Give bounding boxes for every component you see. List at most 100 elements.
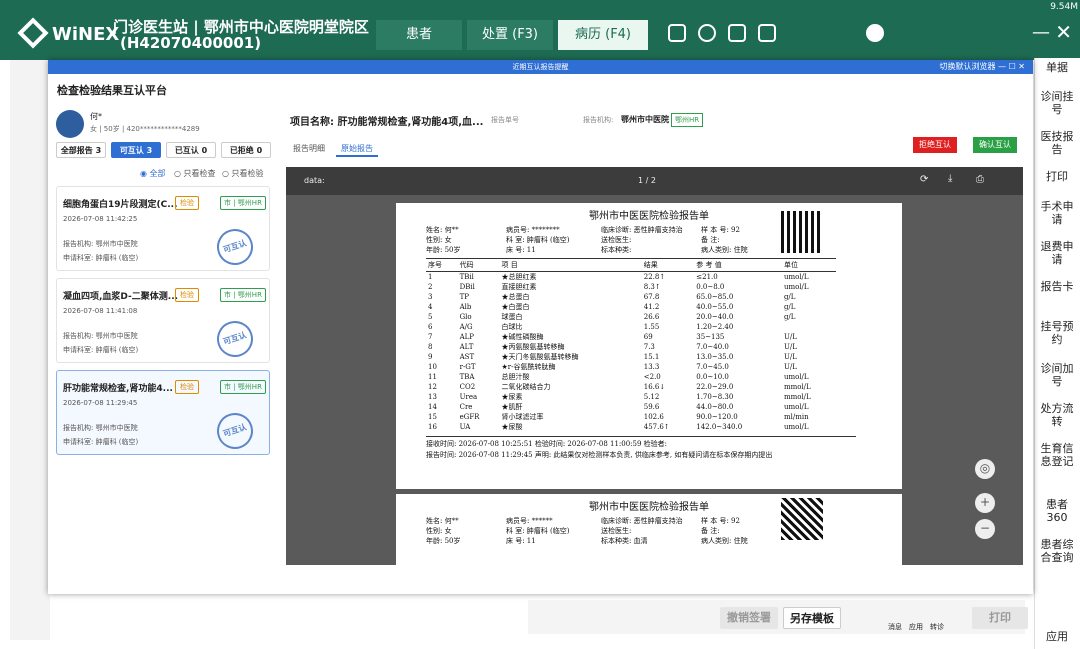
card-type-tag: 检验 — [175, 196, 199, 210]
switch-browser-link[interactable]: 切换默认浏览器 — ☐ ✕ — [939, 60, 1025, 74]
table-row: 9 AST ★天门冬氨酸氨基转移酶 15.1 13.0~35.0 U/L — [428, 353, 797, 361]
filter-recognizable[interactable]: 可互认 3 — [111, 142, 161, 158]
card-dept: 申请科室: 肿瘤科 (临空) — [63, 254, 139, 262]
tab-treatment[interactable]: 处置 (F3) — [467, 20, 553, 50]
sidebar-item-register[interactable]: 诊间挂号 — [1037, 90, 1077, 116]
tab-patient[interactable]: 患者 — [376, 20, 462, 50]
card-org-tag: 市 | 鄂州HR — [220, 380, 266, 394]
close-icon[interactable]: ✕ — [1055, 20, 1072, 44]
mini-msg[interactable]: 消息 — [888, 622, 902, 632]
sidebar-item-bills[interactable]: 单据 — [1037, 61, 1077, 74]
qr-code — [781, 211, 823, 253]
page-indicator: 1 / 2 — [638, 176, 656, 185]
card-org-tag: 市 | 鄂州HR — [220, 196, 266, 210]
shirt-icon[interactable] — [668, 24, 686, 42]
sidebar-item-add-number[interactable]: 诊间加号 — [1037, 362, 1077, 388]
screen-icon[interactable] — [758, 24, 776, 42]
org-value: 鄂州市中医院 — [621, 115, 669, 124]
tab-underline — [336, 155, 378, 157]
table-row: 5 Glo 球蛋白 26.6 20.0~40.0 g/L — [428, 313, 796, 321]
report-card[interactable]: 肝功能常规检查,肾功能4... 检验 市 | 鄂州HR 2026-07-08 1… — [56, 370, 270, 455]
sidebar-item-print[interactable]: 打印 — [1037, 170, 1077, 183]
right-sidebar: 单据 诊间挂号 医技报告 打印 手术申请 退费申请 报告卡 挂号预约 诊间加号 … — [1034, 58, 1080, 649]
sidebar-item-patient360[interactable]: 患者360 — [1037, 498, 1077, 524]
report-footer: 接收时间: 2026-07-08 10:25:51 检验时间: 2026-07-… — [426, 436, 856, 461]
chat-icon[interactable] — [728, 24, 746, 42]
table-row: 10 r-GT ★r-谷氨酰转肽酶 13.3 7.0~45.0 U/L — [428, 363, 797, 371]
recognizable-stamp: 可互认 — [212, 316, 258, 362]
table-row: 1 TBil ★总胆红素 22.8↑ ≤21.0 umol/L — [428, 273, 809, 281]
gear-icon[interactable] — [698, 24, 716, 42]
table-row: 7 ALP ★碱性磷酸酶 69 35~135 U/L — [428, 333, 797, 341]
project-name: 项目名称: 肝功能常规检查,肾功能4项,血... — [290, 117, 484, 128]
table-row: 15 eGFR 肾小球滤过率 102.6 90.0~120.0 ml/min — [428, 413, 809, 421]
avatar[interactable] — [866, 24, 884, 42]
viewer-source: data: — [304, 176, 325, 185]
radio-exam[interactable]: ○ 只看检查 — [174, 168, 216, 179]
report-page-1: 鄂州市中医医院检验报告单 姓名: 何** 病员号: ******** 临床诊断: 恶… — [396, 203, 902, 489]
radio-all[interactable]: ◉ 全部 — [140, 168, 166, 179]
table-row: 13 Urea ★尿素 5.12 1.70~8.30 mmol/L — [428, 393, 811, 401]
tab-original-report[interactable]: 原始报告 — [341, 143, 373, 154]
sidebar-item-refund[interactable]: 退费申请 — [1037, 240, 1077, 266]
sidebar-item-birth[interactable]: 生育信息登记 — [1037, 442, 1077, 468]
report-list-panel: 何* 女 | 50岁 | 420************4289 全部报告 3 … — [54, 100, 274, 590]
confirm-button[interactable]: 确认互认 — [973, 137, 1017, 153]
revoke-sign-button[interactable]: 撤销签署 — [720, 607, 778, 629]
platform-title: 检查检验结果互认平台 — [57, 84, 167, 97]
save-template-button[interactable]: 另存模板 — [783, 607, 841, 629]
report-card[interactable]: 凝血四项,血浆D-二聚体测... 检验 市 | 鄂州HR 2026-07-08 … — [56, 278, 270, 363]
sidebar-item-prescription[interactable]: 处方流转 — [1037, 402, 1077, 428]
card-dept: 申请科室: 肿瘤科 (临空) — [63, 438, 139, 446]
filter-recognized[interactable]: 已互认 0 — [166, 142, 216, 158]
sidebar-item-appointment[interactable]: 挂号预约 — [1037, 320, 1077, 346]
viewer-toolbar: data: 1 / 2 ⟳ ⤓ ⎙ — [286, 167, 1023, 195]
mutual-recognition-dialog: 近期互认报告提醒 切换默认浏览器 — ☐ ✕ 检查检验结果互认平台 何* 女 |… — [48, 60, 1033, 594]
zoom-out-icon[interactable]: − — [975, 519, 995, 539]
org-tag: 鄂州HR — [671, 113, 704, 127]
org-label: 报告机构: — [583, 116, 614, 124]
card-title: 肝功能常规检查,肾功能4... — [63, 384, 173, 394]
table-row: 8 ALT ★丙氨酸氨基转移酶 7.3 7.0~40.0 U/L — [428, 343, 797, 351]
patient-avatar — [56, 110, 84, 138]
table-row: 2 DBil 直接胆红素 8.3↑ 0.0~8.0 umol/L — [428, 283, 809, 291]
fit-page-icon[interactable]: ◎ — [975, 459, 995, 479]
patient-info: 女 | 50岁 | 420************4289 — [90, 125, 200, 133]
pdf-viewer[interactable]: data: 1 / 2 ⟳ ⤓ ⎙ 鄂州市中医医院检验报告单 姓名: 何** 病员… — [286, 167, 1023, 565]
patient-name: 何* — [90, 112, 102, 121]
recognizable-stamp: 可互认 — [212, 224, 258, 270]
radio-lab[interactable]: ○ 只看检验 — [222, 168, 264, 179]
sidebar-item-apps[interactable]: 应用 — [1037, 630, 1077, 643]
card-date: 2026-07-08 11:41:08 — [63, 307, 138, 315]
reject-button[interactable]: 拒绝互认 — [913, 137, 957, 153]
qr-code — [781, 498, 823, 540]
card-org: 报告机构: 鄂州市中医院 — [63, 332, 138, 340]
table-row: 6 A/G 白球比 1.55 1.20~2.40 — [428, 323, 734, 331]
sidebar-item-query[interactable]: 患者综合查询 — [1037, 538, 1077, 564]
table-row: 14 Cre ★肌酐 59.6 44.0~80.0 umol/L — [428, 403, 809, 411]
card-org: 报告机构: 鄂州市中医院 — [63, 424, 138, 432]
zoom-in-icon[interactable]: + — [975, 493, 995, 513]
report-card[interactable]: 细胞角蛋白19片段测定(C... 检验 市 | 鄂州HR 2026-07-08 … — [56, 186, 270, 271]
sidebar-item-reports[interactable]: 医技报告 — [1037, 130, 1077, 156]
sidebar-item-report-card[interactable]: 报告卡 — [1037, 280, 1077, 293]
report-detail-panel: 项目名称: 肝功能常规检查,肾功能4项,血... 报告单号 报告机构: 鄂州市中… — [283, 100, 1028, 590]
download-icon[interactable]: ⤓ — [948, 173, 952, 184]
print-icon[interactable]: ⎙ — [976, 174, 984, 185]
print-button[interactable]: 打印 — [972, 607, 1028, 629]
table-row: 12 CO2 二氧化碳结合力 16.6↓ 22.0~29.0 mmol/L — [428, 383, 811, 391]
tab-record[interactable]: 病历 (F4) — [558, 20, 648, 50]
tab-report-detail[interactable]: 报告明细 — [293, 143, 325, 154]
mini-apps[interactable]: 应用 — [909, 622, 923, 632]
table-row: 4 Alb ★白蛋白 41.2 40.0~55.0 g/L — [428, 303, 796, 311]
recognizable-stamp: 可互认 — [212, 408, 258, 454]
filter-all[interactable]: 全部报告 3 — [56, 142, 106, 158]
sidebar-item-surgery[interactable]: 手术申请 — [1037, 200, 1077, 226]
minimize-icon[interactable]: — — [1032, 22, 1050, 43]
app-subtitle: (H42070400001) — [120, 34, 262, 52]
card-type-tag: 检验 — [175, 288, 199, 302]
card-title: 细胞角蛋白19片段测定(C... — [63, 200, 178, 210]
filter-rejected[interactable]: 已拒绝 0 — [221, 142, 271, 158]
mini-referral[interactable]: 转诊 — [930, 622, 944, 632]
rotate-icon[interactable]: ⟳ — [920, 174, 928, 185]
